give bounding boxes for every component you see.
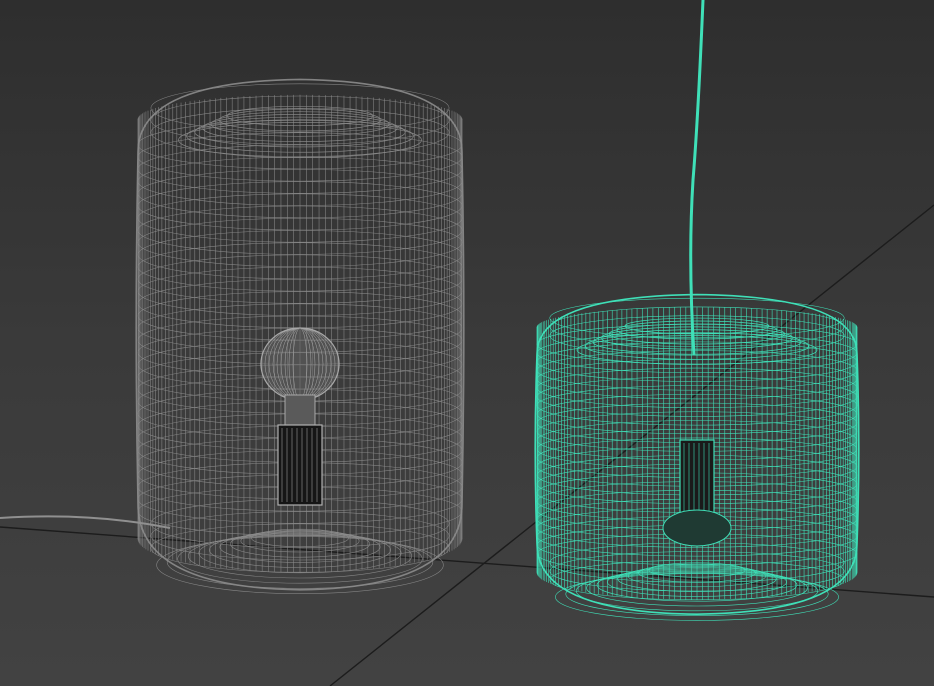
socket [662, 439, 732, 547]
socket [277, 424, 323, 506]
bulb [260, 327, 340, 428]
pendant-lamp-right[interactable] [534, 0, 860, 621]
scene-canvas[interactable] [0, 0, 934, 686]
3d-viewport[interactable] [0, 0, 934, 686]
table-lamp-left[interactable] [0, 78, 465, 594]
hanging-cord[interactable] [689, 0, 705, 356]
